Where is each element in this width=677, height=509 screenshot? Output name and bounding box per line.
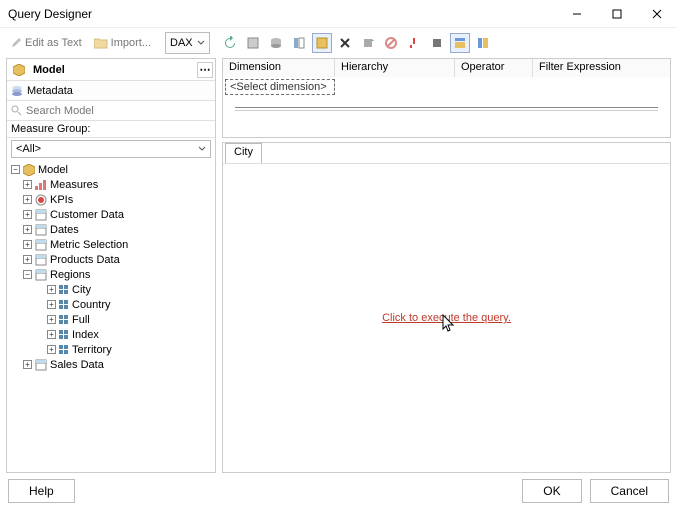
tree-node-products[interactable]: Products Data: [50, 254, 120, 266]
column-icon: [59, 300, 69, 310]
expander-icon[interactable]: −: [23, 270, 32, 279]
expander-icon[interactable]: +: [23, 180, 32, 189]
table-icon: [35, 224, 47, 236]
col-operator: Operator: [455, 59, 533, 77]
tree-node-regions[interactable]: Regions: [50, 269, 90, 281]
table-icon: [35, 239, 47, 251]
search-input[interactable]: [26, 105, 211, 117]
execute-query-label: Click to execute the query.: [382, 312, 511, 324]
maximize-button[interactable]: [597, 0, 637, 28]
pencil-icon: [10, 37, 22, 49]
stop-icon[interactable]: [427, 33, 447, 53]
tree-node-full[interactable]: Full: [72, 314, 90, 326]
table-icon: [35, 254, 47, 266]
expander-icon[interactable]: +: [47, 300, 56, 309]
execute-query-link[interactable]: Click to execute the query.: [382, 312, 511, 324]
model-tree[interactable]: − Model + Measures + KPIs + Customer Data + D…: [7, 160, 215, 472]
filter-grid: Dimension Hierarchy Operator Filter Expr…: [222, 58, 671, 138]
col-hierarchy: Hierarchy: [335, 59, 455, 77]
expander-icon[interactable]: −: [11, 165, 20, 174]
search-icon: [11, 105, 22, 116]
metadata-panel: Model ⋯ Metadata Measure Group: <All> − M…: [6, 58, 216, 473]
tree-node-dates[interactable]: Dates: [50, 224, 79, 236]
tree-node-country[interactable]: Country: [72, 299, 111, 311]
expander-icon[interactable]: +: [23, 360, 32, 369]
expander-icon[interactable]: +: [47, 315, 56, 324]
close-button[interactable]: [637, 0, 677, 28]
cube-icon: [13, 64, 25, 76]
chevron-down-icon: [197, 39, 205, 47]
show-aggregations-icon[interactable]: [312, 33, 332, 53]
tree-node-sales[interactable]: Sales Data: [50, 359, 104, 371]
help-button[interactable]: Help: [8, 479, 75, 503]
measure-group-select[interactable]: <All>: [11, 140, 211, 158]
ok-button[interactable]: OK: [522, 479, 581, 503]
layout-one-icon[interactable]: [450, 33, 470, 53]
filter-divider: [235, 107, 658, 111]
expander-icon[interactable]: +: [23, 255, 32, 264]
expander-icon[interactable]: +: [23, 195, 32, 204]
edit-as-text-label: Edit as Text: [25, 37, 82, 49]
folder-icon: [94, 37, 108, 49]
language-select[interactable]: DAX: [165, 32, 210, 54]
expander-icon[interactable]: +: [23, 225, 32, 234]
stack-icon: [11, 85, 23, 97]
expander-icon[interactable]: +: [47, 285, 56, 294]
col-dimension: Dimension: [223, 59, 335, 77]
expander-icon[interactable]: +: [23, 210, 32, 219]
metadata-label: Metadata: [27, 85, 73, 97]
chevron-down-icon: [198, 145, 206, 153]
table-icon: [35, 269, 47, 281]
kpi-icon: [35, 194, 47, 206]
table-icon: [35, 209, 47, 221]
language-value: DAX: [170, 37, 193, 49]
tree-node-model[interactable]: Model: [38, 164, 68, 176]
column-icon: [59, 345, 69, 355]
expander-icon[interactable]: +: [23, 240, 32, 249]
tree-node-metric[interactable]: Metric Selection: [50, 239, 128, 251]
import-button[interactable]: Import...: [90, 32, 155, 54]
tree-node-measures[interactable]: Measures: [50, 179, 98, 191]
column-icon: [59, 285, 69, 295]
measure-group-label: Measure Group:: [7, 121, 215, 138]
cancel-exec-icon[interactable]: [381, 33, 401, 53]
cube-icon: [23, 164, 35, 176]
column-icon: [59, 315, 69, 325]
model-more-icon[interactable]: ⋯: [197, 62, 213, 78]
results-pane: City Click to execute the query.: [222, 142, 671, 473]
expander-icon[interactable]: +: [47, 330, 56, 339]
table-icon: [35, 359, 47, 371]
window-title: Query Designer: [8, 7, 92, 21]
tree-node-customer[interactable]: Customer Data: [50, 209, 124, 221]
measures-icon: [35, 180, 47, 190]
db-stack-icon[interactable]: [266, 33, 286, 53]
tree-node-kpis[interactable]: KPIs: [50, 194, 73, 206]
edit-as-text-button[interactable]: Edit as Text: [6, 32, 86, 54]
toggle-pane-icon[interactable]: [289, 33, 309, 53]
minimize-button[interactable]: [557, 0, 597, 28]
execute-icon[interactable]: [358, 33, 378, 53]
delete-icon[interactable]: [335, 33, 355, 53]
model-label: Model: [33, 64, 65, 76]
measure-group-value: <All>: [16, 143, 41, 155]
column-icon: [59, 330, 69, 340]
tree-node-city[interactable]: City: [72, 284, 91, 296]
layout-two-icon[interactable]: [473, 33, 493, 53]
import-label: Import...: [111, 37, 151, 49]
refresh-icon[interactable]: [220, 33, 240, 53]
tree-node-territory[interactable]: Territory: [72, 344, 112, 356]
expander-icon[interactable]: +: [47, 345, 56, 354]
design-mode-icon[interactable]: [404, 33, 424, 53]
result-tab-city[interactable]: City: [225, 143, 262, 163]
select-dimension-cell[interactable]: <Select dimension>: [225, 79, 335, 95]
tree-node-index[interactable]: Index: [72, 329, 99, 341]
cancel-button[interactable]: Cancel: [590, 479, 669, 503]
db-cube-icon[interactable]: [243, 33, 263, 53]
col-filter-expression: Filter Expression: [533, 59, 670, 77]
